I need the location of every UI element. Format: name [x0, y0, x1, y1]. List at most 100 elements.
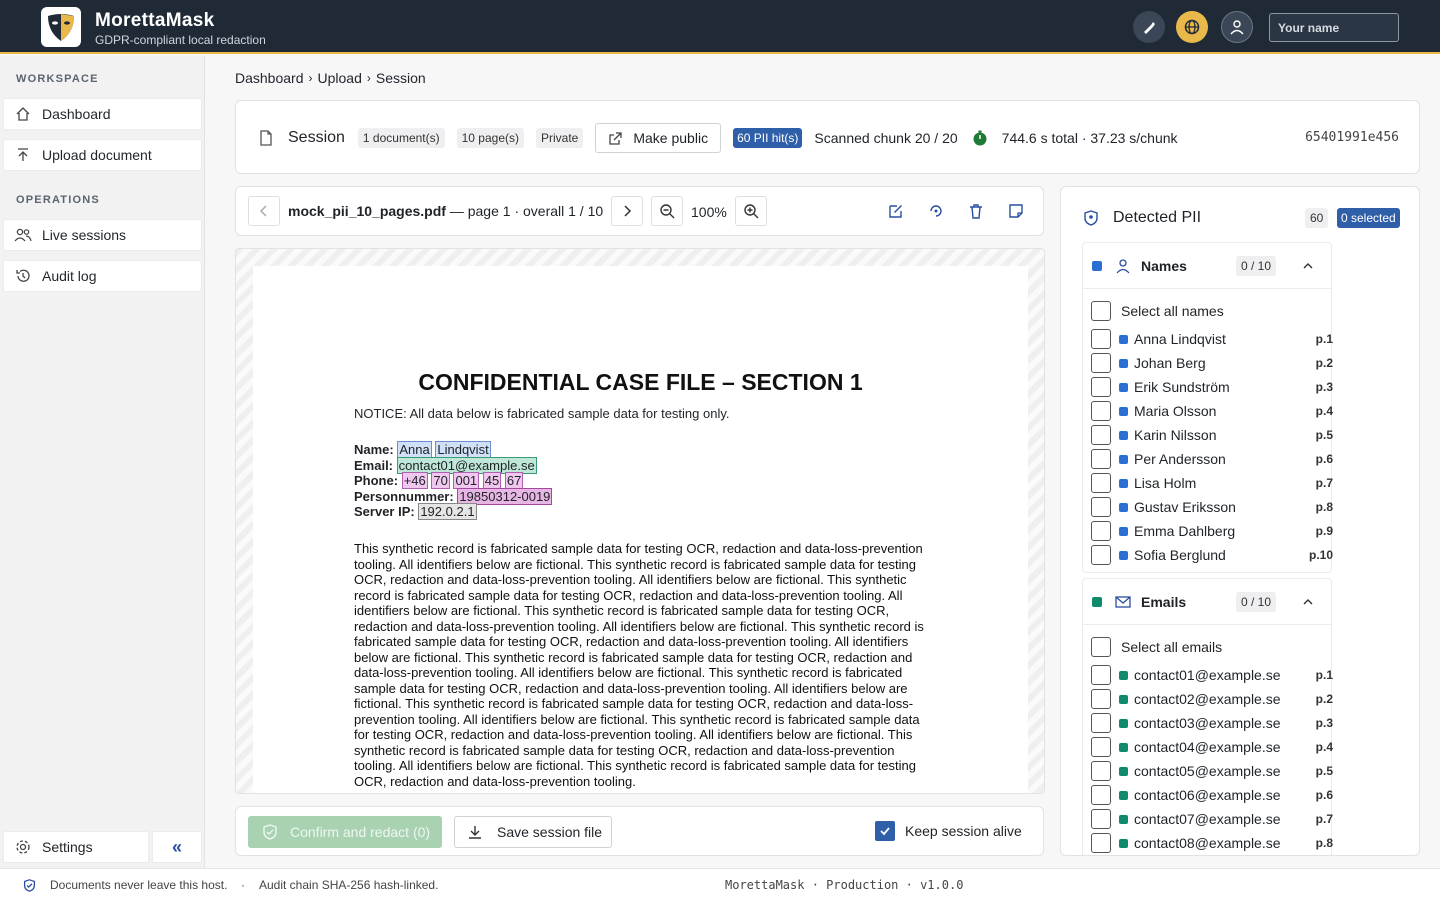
sidebar-item-label: Settings — [42, 839, 93, 855]
checkbox[interactable] — [1091, 353, 1111, 373]
make-public-button[interactable]: Make public — [595, 123, 722, 153]
shield-icon — [1084, 210, 1098, 226]
app-subtitle: GDPR-compliant local redaction — [95, 33, 266, 47]
theme-toggle-button[interactable] — [1133, 11, 1165, 43]
checkbox[interactable] — [1091, 665, 1111, 685]
home-icon — [16, 107, 30, 121]
pii-item[interactable]: contact07@example.se p.7 — [1091, 807, 1333, 831]
pii-item-page: p.4 — [1315, 740, 1333, 754]
app-title: MorettaMask — [95, 10, 215, 31]
sidebar-item-live-sessions[interactable]: Live sessions — [3, 219, 202, 251]
sidebar-item-settings[interactable]: Settings — [3, 831, 149, 863]
footer-separator: · — [241, 878, 245, 892]
pii-highlight-ip[interactable]: 192.0.2.1 — [418, 503, 477, 520]
pii-item-page: p.5 — [1315, 764, 1333, 778]
session-title: Session — [288, 129, 345, 146]
pii-item[interactable]: contact06@example.se p.6 — [1091, 783, 1333, 807]
pii-item[interactable]: Maria Olsson p.4 — [1091, 399, 1333, 423]
checkbox[interactable] — [1091, 737, 1111, 757]
pii-highlight-phone[interactable]: 67 — [504, 472, 524, 489]
delete-page-button[interactable] — [960, 196, 992, 226]
pii-highlight-name[interactable]: Lindqvist — [435, 441, 491, 458]
zoom-out-button[interactable] — [651, 196, 683, 226]
save-session-button[interactable]: Save session file — [454, 816, 612, 848]
checkbox[interactable] — [1091, 377, 1111, 397]
shield-check-icon — [263, 824, 277, 840]
footer: Documents never leave this host. · Audit… — [0, 868, 1440, 900]
pii-highlight-phone[interactable]: 70 — [431, 472, 450, 489]
sidebar: WORKSPACE Dashboard Upload document OPER… — [0, 56, 205, 868]
pii-item[interactable]: contact05@example.se p.5 — [1091, 759, 1333, 783]
pii-highlight-name[interactable]: Anna — [397, 441, 432, 458]
pii-item[interactable]: Lisa Holm p.7 — [1091, 471, 1333, 495]
note-button[interactable] — [1000, 196, 1032, 226]
group-header[interactable]: Emails 0 / 10 — [1083, 579, 1331, 625]
breadcrumb-dashboard[interactable]: Dashboard — [235, 70, 304, 86]
pii-item[interactable]: Karin Nilsson p.5 — [1091, 423, 1333, 447]
checkbox[interactable] — [1091, 713, 1111, 733]
keep-alive-checkbox[interactable] — [875, 821, 895, 841]
checkbox[interactable] — [1091, 425, 1111, 445]
checkbox[interactable] — [1091, 809, 1111, 829]
sidebar-item-audit-log[interactable]: Audit log — [3, 260, 202, 292]
pii-item[interactable]: Sofia Berglund p.10 — [1091, 543, 1333, 567]
checkbox[interactable] — [1091, 689, 1111, 709]
pii-highlight-phone[interactable]: 001 — [453, 472, 480, 489]
your-name-input[interactable] — [1269, 13, 1399, 42]
checkbox[interactable] — [1091, 545, 1111, 565]
workspace-section-label: WORKSPACE — [16, 73, 99, 85]
document-viewer[interactable]: CONFIDENTIAL CASE FILE – SECTION 1 NOTIC… — [235, 248, 1045, 794]
pii-item[interactable]: Emma Dahlberg p.9 — [1091, 519, 1333, 543]
zoom-in-button[interactable] — [735, 196, 767, 226]
checkbox[interactable] — [1091, 833, 1111, 853]
confirm-redact-button[interactable]: Confirm and redact (0) — [248, 816, 442, 848]
select-all-names[interactable]: Select all names — [1091, 299, 1327, 323]
pii-item[interactable]: Per Andersson p.6 — [1091, 447, 1333, 471]
pii-item[interactable]: Anna Lindqvist p.1 — [1091, 327, 1333, 351]
pii-highlight-email[interactable]: contact01@example.se — [396, 456, 537, 474]
user-menu-button[interactable] — [1221, 11, 1253, 43]
breadcrumb-upload[interactable]: Upload — [318, 70, 362, 86]
detected-pii-panel: Detected PII 60 0 selected Names 0 / 10 … — [1060, 186, 1420, 856]
rotate-button[interactable] — [920, 196, 952, 226]
pii-item[interactable]: contact02@example.se p.2 — [1091, 687, 1333, 711]
pii-item[interactable]: contact03@example.se p.3 — [1091, 711, 1333, 735]
pii-highlight-phone[interactable]: 45 — [482, 472, 502, 489]
checkbox[interactable] — [1091, 449, 1111, 469]
select-all-emails[interactable]: Select all emails — [1091, 635, 1327, 659]
pii-item[interactable]: contact08@example.se p.8 — [1091, 831, 1333, 855]
group-header[interactable]: Names 0 / 10 — [1083, 243, 1331, 289]
previous-page-button[interactable] — [248, 196, 280, 226]
pii-item[interactable]: Erik Sundström p.3 — [1091, 375, 1333, 399]
pii-item[interactable]: contact01@example.se p.1 — [1091, 663, 1333, 687]
sidebar-item-dashboard[interactable]: Dashboard — [3, 98, 202, 130]
pii-highlight-phone[interactable]: +46 — [401, 472, 428, 489]
checkbox[interactable] — [1091, 637, 1111, 657]
pii-item-page: p.6 — [1315, 788, 1333, 802]
checkbox[interactable] — [1091, 761, 1111, 781]
pii-highlight-personnummer[interactable]: 19850312-0019 — [457, 487, 553, 505]
checkbox[interactable] — [1091, 401, 1111, 421]
next-page-button[interactable] — [611, 196, 643, 226]
language-button[interactable] — [1176, 11, 1208, 43]
pii-item[interactable]: Gustav Eriksson p.8 — [1091, 495, 1333, 519]
checkbox[interactable] — [1091, 521, 1111, 541]
pii-item-page: p.5 — [1315, 428, 1333, 442]
sidebar-item-label: Dashboard — [42, 106, 111, 122]
pii-item[interactable]: Johan Berg p.2 — [1091, 351, 1333, 375]
checkbox[interactable] — [1091, 301, 1111, 321]
checkbox[interactable] — [1091, 785, 1111, 805]
add-annotation-button[interactable] — [880, 196, 912, 226]
sidebar-item-upload[interactable]: Upload document — [3, 139, 202, 171]
pii-item[interactable]: contact04@example.se p.4 — [1091, 735, 1333, 759]
chevron-up-icon[interactable] — [1303, 262, 1313, 270]
checkbox[interactable] — [1091, 497, 1111, 517]
collapse-sidebar-button[interactable]: « — [152, 831, 202, 863]
note-icon — [1009, 204, 1023, 218]
checkbox[interactable] — [1091, 329, 1111, 349]
pii-item-label: Lisa Holm — [1134, 475, 1197, 491]
names-color-swatch — [1092, 260, 1102, 271]
chevron-up-icon[interactable] — [1303, 598, 1313, 606]
keep-alive-toggle[interactable]: Keep session alive — [875, 821, 1022, 841]
checkbox[interactable] — [1091, 473, 1111, 493]
